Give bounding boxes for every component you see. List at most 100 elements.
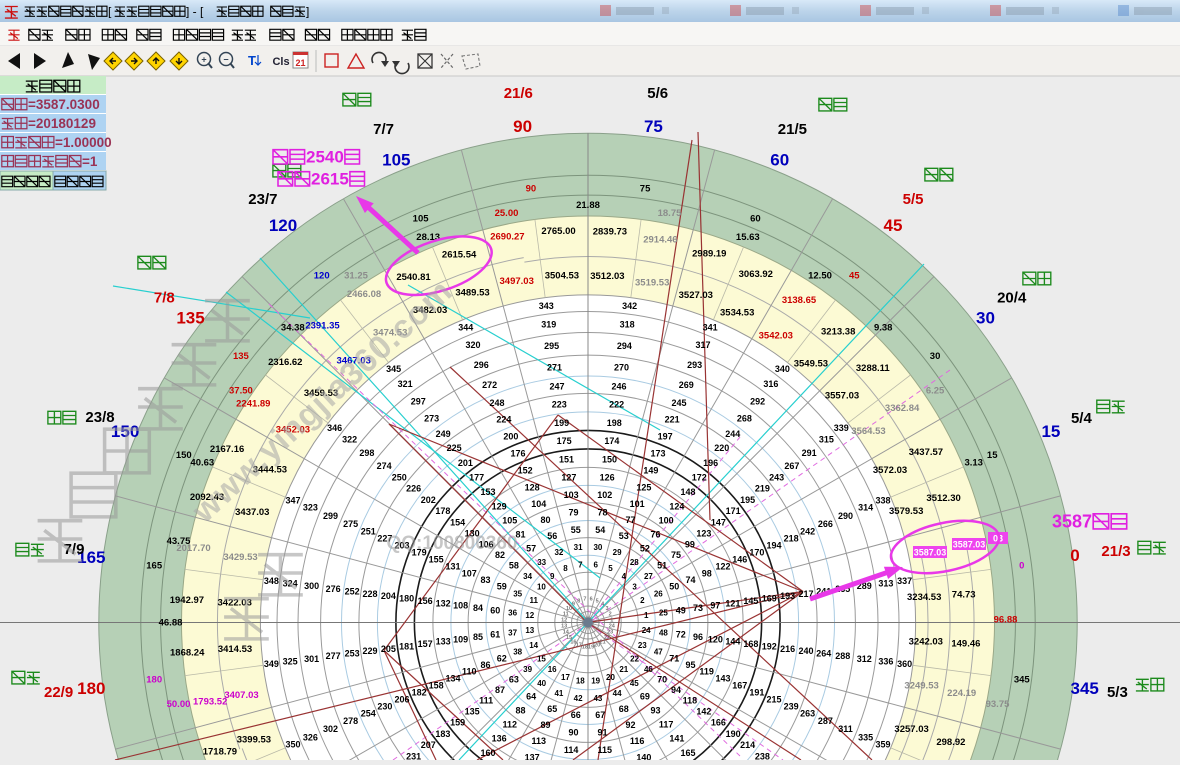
svg-text:40: 40 — [537, 679, 546, 688]
svg-text:155: 155 — [429, 555, 444, 565]
svg-text:317: 317 — [695, 340, 710, 350]
svg-text:31.25: 31.25 — [344, 270, 368, 281]
svg-text:15: 15 — [537, 654, 546, 663]
svg-text:68: 68 — [619, 704, 629, 714]
svg-text:145: 145 — [743, 596, 758, 606]
svg-text:169: 169 — [762, 594, 777, 604]
svg-text:96: 96 — [693, 632, 703, 642]
svg-text:192: 192 — [762, 641, 777, 651]
svg-text:101: 101 — [630, 499, 645, 509]
svg-text:63: 63 — [509, 674, 519, 684]
svg-text:199: 199 — [554, 418, 569, 428]
svg-text:226: 226 — [406, 484, 421, 494]
svg-text:336: 336 — [878, 657, 893, 667]
svg-text:110: 110 — [462, 667, 477, 677]
svg-text:252: 252 — [345, 587, 360, 597]
svg-text:119: 119 — [699, 667, 714, 677]
svg-text:60: 60 — [490, 605, 500, 615]
svg-text:278: 278 — [343, 716, 358, 726]
svg-text:46.88: 46.88 — [159, 618, 183, 629]
svg-text:180: 180 — [146, 675, 162, 686]
svg-text:291: 291 — [802, 448, 817, 458]
svg-text:313: 313 — [878, 578, 893, 588]
svg-text:123: 123 — [696, 529, 711, 539]
svg-text:149.46: 149.46 — [951, 639, 980, 650]
svg-text:77: 77 — [625, 515, 635, 525]
svg-text:12: 12 — [525, 611, 534, 620]
svg-text:151: 151 — [559, 455, 574, 465]
svg-text:5: 5 — [596, 598, 599, 604]
svg-text:337: 337 — [897, 576, 912, 586]
svg-text:175: 175 — [557, 436, 572, 446]
svg-text:132: 132 — [436, 598, 451, 608]
svg-text:52: 52 — [640, 543, 650, 553]
svg-text:4: 4 — [622, 572, 627, 581]
svg-text:3519.53: 3519.53 — [635, 278, 669, 289]
svg-text:88: 88 — [515, 706, 525, 716]
svg-text:75: 75 — [671, 550, 681, 560]
svg-text:98: 98 — [702, 568, 712, 578]
svg-text:25.00: 25.00 — [495, 208, 519, 219]
svg-text:2466.08: 2466.08 — [347, 289, 381, 300]
svg-text:78: 78 — [597, 508, 607, 518]
svg-text:125: 125 — [636, 483, 651, 493]
svg-text:43: 43 — [593, 694, 602, 703]
svg-text:1: 1 — [610, 617, 613, 623]
svg-text:18: 18 — [576, 677, 585, 686]
svg-text:115: 115 — [598, 745, 613, 755]
svg-text:214: 214 — [740, 740, 755, 750]
svg-text:312: 312 — [857, 654, 872, 664]
svg-text:142: 142 — [696, 706, 711, 716]
svg-text:23: 23 — [638, 641, 647, 650]
svg-text:109: 109 — [453, 634, 468, 644]
svg-text:36: 36 — [508, 609, 517, 618]
svg-text:90: 90 — [526, 184, 537, 195]
svg-text:318: 318 — [620, 320, 635, 330]
svg-text:120: 120 — [708, 634, 723, 644]
svg-text:128: 128 — [525, 483, 540, 493]
svg-text:51: 51 — [657, 561, 667, 571]
svg-text:339: 339 — [834, 423, 849, 433]
svg-text:+: + — [201, 55, 206, 65]
svg-text:T: T — [248, 53, 256, 68]
svg-text:21: 21 — [295, 58, 305, 68]
svg-text:10: 10 — [537, 583, 546, 592]
svg-text:66: 66 — [571, 710, 581, 720]
svg-text:58: 58 — [509, 561, 519, 571]
svg-text:173: 173 — [650, 449, 665, 459]
svg-text:220: 220 — [714, 443, 729, 453]
svg-text:45: 45 — [884, 216, 903, 235]
svg-text:Cls: Cls — [272, 56, 289, 68]
svg-text:174: 174 — [604, 436, 619, 446]
svg-text:105: 105 — [413, 213, 430, 224]
svg-text:103: 103 — [564, 490, 579, 500]
svg-text:2241.89: 2241.89 — [236, 399, 270, 410]
svg-text:275: 275 — [343, 519, 358, 529]
svg-text:90: 90 — [513, 117, 532, 136]
svg-text:202: 202 — [421, 495, 436, 505]
svg-text:2690.27: 2690.27 — [490, 232, 524, 243]
svg-text:7: 7 — [583, 597, 586, 603]
svg-text:287: 287 — [818, 716, 833, 726]
svg-text:230: 230 — [377, 702, 392, 712]
svg-text:1868.24: 1868.24 — [170, 648, 205, 659]
svg-text:228: 228 — [362, 589, 377, 599]
svg-text:22/9: 22/9 — [44, 684, 73, 701]
svg-text:6.25: 6.25 — [926, 386, 945, 397]
svg-text:350: 350 — [285, 740, 300, 750]
svg-text:3549.53: 3549.53 — [794, 358, 828, 369]
svg-text:147: 147 — [711, 518, 726, 528]
svg-text:3587: 3587 — [1052, 512, 1092, 532]
svg-text:2615: 2615 — [311, 170, 349, 189]
svg-text:3587.03: 3587.03 — [914, 548, 947, 558]
svg-text:19: 19 — [591, 677, 600, 686]
svg-text:95: 95 — [685, 660, 695, 670]
svg-text:69: 69 — [640, 692, 650, 702]
svg-text:24: 24 — [642, 626, 651, 635]
svg-text:113: 113 — [532, 736, 547, 746]
svg-text:3579.53: 3579.53 — [889, 506, 923, 517]
svg-text:93.75: 93.75 — [986, 699, 1010, 710]
svg-text:104: 104 — [531, 499, 546, 509]
svg-text:231: 231 — [406, 751, 421, 760]
svg-text:298: 298 — [359, 448, 374, 458]
